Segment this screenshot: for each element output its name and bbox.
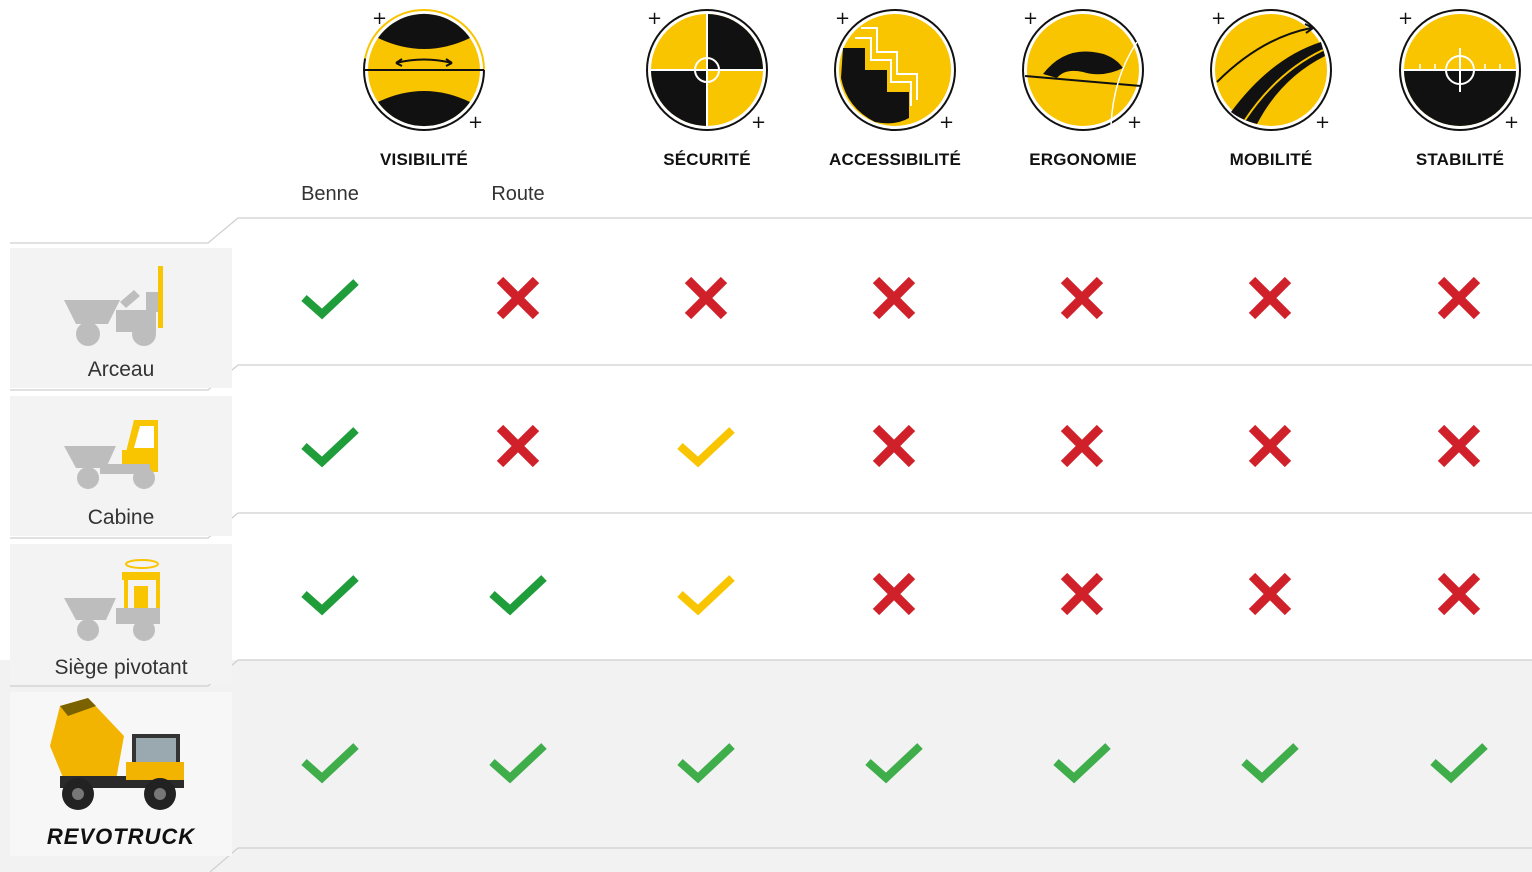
svg-text:+: +: [647, 8, 662, 29]
cross-icon: [1248, 424, 1292, 468]
accessibility-icon: + +: [834, 8, 956, 133]
criterion-label: VISIBILITÉ: [380, 150, 468, 169]
cross-icon: [872, 572, 916, 616]
check-icon: [1053, 743, 1111, 784]
cross-icon: [872, 424, 916, 468]
criterion-label: SÉCURITÉ: [663, 150, 751, 169]
svg-text:+: +: [835, 8, 850, 29]
safety-icon: + +: [646, 8, 768, 133]
cross-icon: [1060, 276, 1104, 320]
cross-icon: [496, 424, 540, 468]
cross-icon: [1060, 572, 1104, 616]
vehicle-row-siege-pivotant: Siège pivotant: [10, 544, 232, 684]
cross-icon: [496, 276, 540, 320]
cross-icon: [1248, 276, 1292, 320]
check-icon: [1241, 743, 1299, 784]
ergonomics-icon: + +: [1022, 8, 1144, 133]
svg-text:+: +: [1211, 8, 1226, 29]
visibility-sub-route: Route: [491, 183, 545, 205]
svg-text:+: +: [751, 112, 766, 133]
check-icon: [865, 743, 923, 784]
criterion-label: STABILITÉ: [1415, 150, 1505, 169]
vehicle-row-arceau: Arceau: [10, 248, 232, 388]
cross-icon: [872, 276, 916, 320]
svg-text:+: +: [468, 112, 483, 133]
visibility-sub-benne: Benne: [301, 183, 359, 205]
svg-text:+: +: [1023, 8, 1038, 29]
svg-text:+: +: [1127, 112, 1142, 133]
check-icon: [489, 743, 547, 784]
check-icon: [1430, 743, 1488, 784]
dumper-swivel-seat-icon: [64, 559, 160, 641]
cross-icon: [1060, 424, 1104, 468]
svg-text:+: +: [1315, 112, 1330, 133]
visibility-icon: + +: [363, 8, 485, 133]
dumper-rollbar-icon: [64, 266, 163, 346]
svg-text:+: +: [1398, 8, 1413, 29]
vehicle-row-revotruck: REVOTRUCK: [10, 692, 232, 856]
vehicle-name: Cabine: [87, 506, 155, 529]
stability-icon: + +: [1398, 8, 1521, 133]
check-icon: [677, 427, 735, 468]
check-icon: [677, 743, 735, 784]
revotruck-photo: [50, 698, 184, 810]
check-icon: [677, 575, 735, 616]
cross-icon: [1437, 424, 1481, 468]
vehicle-name: Siège pivotant: [54, 656, 188, 679]
cross-icon: [1437, 276, 1481, 320]
criterion-label: ACCESSIBILITÉ: [828, 150, 961, 169]
check-icon: [301, 427, 359, 468]
cross-icon: [1437, 572, 1481, 616]
vehicle-name: REVOTRUCK: [46, 824, 196, 849]
check-icon: [301, 743, 359, 784]
criterion-label: ERGONOMIE: [1029, 150, 1137, 169]
check-icon: [301, 279, 359, 320]
svg-text:+: +: [939, 112, 954, 133]
check-icon: [489, 575, 547, 616]
dumper-cab-icon: [64, 420, 158, 489]
vehicle-name: Arceau: [87, 358, 155, 381]
mobility-icon: + +: [1210, 8, 1332, 133]
cross-icon: [684, 276, 728, 320]
vehicle-row-cabine: Cabine: [10, 396, 232, 536]
criterion-label: MOBILITÉ: [1229, 150, 1313, 169]
svg-text:+: +: [1504, 112, 1519, 133]
cross-icon: [1248, 572, 1292, 616]
check-icon: [301, 575, 359, 616]
